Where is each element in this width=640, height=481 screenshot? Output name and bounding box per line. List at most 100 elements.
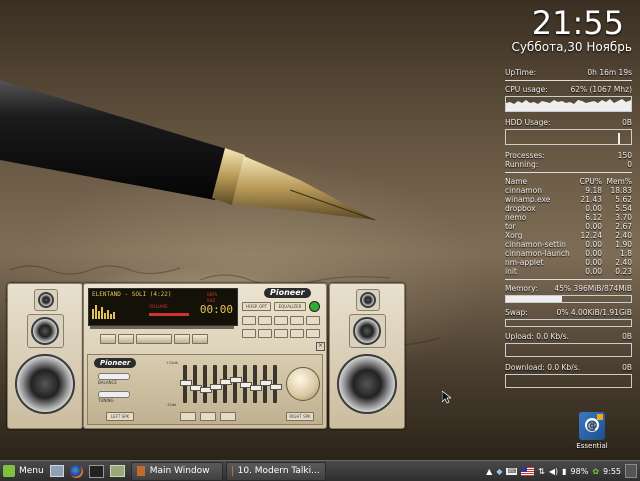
process-row: dropbox 0.00 5.54 xyxy=(505,204,632,213)
proc-name: nm-applet xyxy=(505,258,544,267)
update-manager-icon[interactable]: ✿ xyxy=(592,467,599,476)
eq-button[interactable] xyxy=(180,412,196,421)
volume-label: VOLUME xyxy=(149,305,168,310)
pause-button[interactable] xyxy=(118,334,134,344)
terminal-launcher[interactable] xyxy=(86,462,107,480)
processes-value: 150 xyxy=(617,151,632,160)
eq-band-slider[interactable] xyxy=(260,365,272,403)
menu-button[interactable]: Menu xyxy=(0,462,47,480)
desktop-icon-essential[interactable]: @ Essential xyxy=(575,412,609,450)
proc-name: init xyxy=(505,267,517,276)
proc-name: winamp.exe xyxy=(505,195,551,204)
proc-mem: 1.8 xyxy=(620,249,632,258)
network-icon[interactable]: ⇅ xyxy=(538,467,545,476)
process-row: init 0.00 0.23 xyxy=(505,267,632,276)
small-button[interactable] xyxy=(290,329,304,338)
play-button[interactable] xyxy=(136,334,172,344)
conky-system-monitor: UpTime: 0h 16m 19s CPU usage: 62% (1067 Mh… xyxy=(505,68,632,394)
cpu-graph-plot xyxy=(506,99,631,111)
proc-name: dropbox xyxy=(505,204,536,213)
show-desktop-icon xyxy=(49,465,64,477)
pioneer-logo-small: Pioneer xyxy=(94,358,137,368)
up-arrow-icon[interactable]: ▲ xyxy=(486,467,492,476)
processes-label: Processes: xyxy=(505,151,545,160)
taskbar-window-track[interactable]: 10. Modern Talki... xyxy=(225,461,326,481)
eq-button[interactable] xyxy=(200,412,216,421)
keyboard-layout-icon[interactable]: ⌨ xyxy=(506,467,518,475)
eq-band-slider[interactable] xyxy=(220,365,232,403)
battery-percentage: 98% xyxy=(570,466,589,476)
proc-mem: 18.83 xyxy=(610,186,632,195)
small-button[interactable] xyxy=(242,329,256,338)
balance-slider[interactable] xyxy=(98,373,130,380)
volume-icon[interactable]: ◀) xyxy=(549,467,558,476)
eq-band-slider[interactable] xyxy=(180,365,192,403)
upload-total: 0B xyxy=(622,332,632,341)
firefox-launcher[interactable] xyxy=(67,462,86,480)
show-desktop-launcher[interactable] xyxy=(47,462,67,480)
divider xyxy=(505,80,632,81)
small-button[interactable] xyxy=(306,329,320,338)
eq-band-slider[interactable] xyxy=(210,365,222,403)
proc-mem: 3.70 xyxy=(615,213,632,222)
proc-cpu: 0.00 xyxy=(585,258,602,267)
eq-slider-thumb[interactable] xyxy=(270,384,282,390)
tweeter-icon xyxy=(360,292,376,308)
cpu-label: CPU usage: xyxy=(505,85,548,94)
files-launcher[interactable] xyxy=(107,462,128,480)
taskbar-panel: Menu Main Window 10. Modern Talki... ▲ ◆… xyxy=(0,460,640,481)
eq-band-slider[interactable] xyxy=(240,365,252,403)
stop-button[interactable] xyxy=(174,334,190,344)
taskbar-clock[interactable]: 9:55 xyxy=(603,467,621,476)
battery-icon[interactable]: ▮ xyxy=(562,467,566,476)
divider xyxy=(505,279,632,280)
eq-min-label: -12db xyxy=(166,403,177,407)
small-button[interactable] xyxy=(258,316,272,325)
equalizer-button[interactable]: EQUALIZER xyxy=(274,302,306,311)
small-button[interactable] xyxy=(290,316,304,325)
winamp-icon xyxy=(136,466,145,476)
winamp-player-window[interactable]: ELENTAND - SOLI (4:22) VOLUME KBPS KHZ 0… xyxy=(7,283,405,429)
swap-value: 0% 4.00KiB/1.91GiB xyxy=(556,308,632,317)
volume-bar[interactable] xyxy=(149,313,189,316)
small-button[interactable] xyxy=(306,316,320,325)
download-graph xyxy=(505,374,632,388)
cpu-value: 62% (1067 Mhz) xyxy=(570,85,632,94)
power-led-button[interactable] xyxy=(309,301,320,312)
memory-bar xyxy=(505,295,632,303)
previous-button[interactable] xyxy=(100,334,116,344)
tuning-slider[interactable] xyxy=(98,391,130,398)
taskbar-window-main[interactable]: Main Window xyxy=(130,461,223,481)
options-button[interactable]: HOSP. OPT xyxy=(242,302,271,311)
workspace-switcher[interactable] xyxy=(625,464,637,478)
right-speaker-button[interactable]: RIGHT SPK xyxy=(286,412,314,421)
small-button[interactable] xyxy=(274,329,288,338)
upload-row: Upload: 0.0 Kb/s. 0B xyxy=(505,332,632,341)
eq-max-label: +12db xyxy=(166,361,178,365)
proc-cpu: 0.00 xyxy=(585,222,602,231)
proc-name: nemo xyxy=(505,213,527,222)
eq-band-slider[interactable] xyxy=(190,365,202,403)
small-button[interactable] xyxy=(274,316,288,325)
pioneer-logo: Pioneer xyxy=(264,288,311,298)
seek-bar[interactable] xyxy=(90,326,234,329)
left-speaker-button[interactable]: LEFT SPK xyxy=(106,412,134,421)
desktop-icon-label: Essential xyxy=(576,442,608,450)
swap-label: Swap: xyxy=(505,308,528,317)
running-label: Running: xyxy=(505,160,539,169)
eq-band-slider[interactable] xyxy=(200,365,212,403)
small-button[interactable] xyxy=(258,329,272,338)
close-icon[interactable]: × xyxy=(316,342,325,351)
eq-band-slider[interactable] xyxy=(270,365,282,403)
eq-button[interactable] xyxy=(220,412,236,421)
dropbox-icon[interactable]: ◆ xyxy=(496,467,502,476)
desktop-clock-time: 21:55 xyxy=(531,4,624,42)
col-cpu: CPU% xyxy=(579,177,602,186)
us-flag-icon[interactable] xyxy=(521,466,535,476)
next-button[interactable] xyxy=(192,334,208,344)
eq-band-slider[interactable] xyxy=(230,365,242,403)
small-button[interactable] xyxy=(242,316,256,325)
volume-knob[interactable] xyxy=(286,367,320,401)
desktop[interactable]: 21:55 Суббота,30 Ноябрь UpTime: 0h 16m 19… xyxy=(0,0,640,460)
eq-band-slider[interactable] xyxy=(250,365,262,403)
